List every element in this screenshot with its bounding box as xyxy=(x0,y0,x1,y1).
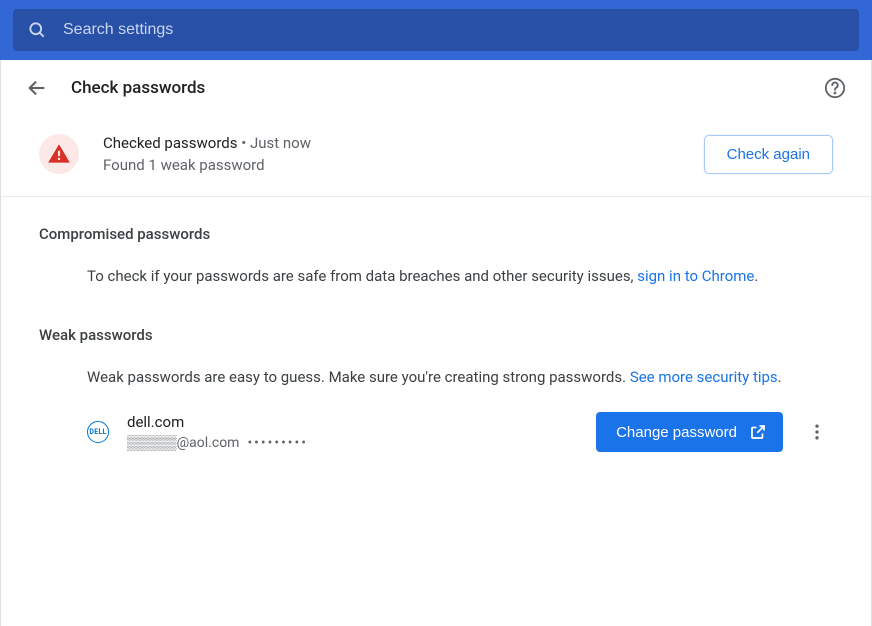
status-row: Checked passwords • Just now Found 1 wea… xyxy=(1,116,871,197)
compromised-section: Compromised passwords To check if your p… xyxy=(1,197,871,288)
warning-icon xyxy=(39,134,79,174)
open-external-icon xyxy=(749,423,767,441)
search-input[interactable] xyxy=(63,21,845,39)
compromised-title: Compromised passwords xyxy=(39,225,833,243)
page-header: Check passwords xyxy=(1,60,871,116)
top-bar xyxy=(0,0,872,60)
site-username: ▒▒▒▒▒@aol.com••••••••• xyxy=(127,434,596,451)
more-options-button[interactable] xyxy=(805,420,829,444)
compromised-text-before: To check if your passwords are safe from… xyxy=(87,267,637,285)
change-password-label: Change password xyxy=(616,424,737,441)
status-subtitle: Found 1 weak password xyxy=(103,156,704,174)
weak-password-item: DELL dell.com ▒▒▒▒▒@aol.com••••••••• Cha… xyxy=(39,398,833,452)
site-favicon: DELL xyxy=(87,421,109,443)
weak-body: Weak passwords are easy to guess. Make s… xyxy=(39,366,833,389)
check-again-button[interactable]: Check again xyxy=(704,135,833,174)
back-button[interactable] xyxy=(25,76,49,100)
search-container[interactable] xyxy=(13,9,859,51)
site-info: dell.com ▒▒▒▒▒@aol.com••••••••• xyxy=(127,413,596,451)
site-domain: dell.com xyxy=(127,413,596,431)
sign-in-link[interactable]: sign in to Chrome xyxy=(637,267,754,285)
compromised-text-after: . xyxy=(754,267,758,285)
compromised-body: To check if your passwords are safe from… xyxy=(39,265,833,288)
status-time: Just now xyxy=(250,134,311,152)
content-frame: Check passwords Checked passwords • Just… xyxy=(0,60,872,626)
status-title: Checked passwords xyxy=(103,134,237,152)
weak-text-after: . xyxy=(778,368,782,386)
weak-title: Weak passwords xyxy=(39,326,833,344)
change-password-button[interactable]: Change password xyxy=(596,412,783,452)
weak-text-before: Weak passwords are easy to guess. Make s… xyxy=(87,368,630,386)
security-tips-link[interactable]: See more security tips xyxy=(630,368,778,386)
search-icon xyxy=(27,20,47,40)
status-text: Checked passwords • Just now Found 1 wea… xyxy=(103,134,704,174)
weak-section: Weak passwords Weak passwords are easy t… xyxy=(1,288,871,453)
page-title: Check passwords xyxy=(71,78,823,98)
help-button[interactable] xyxy=(823,76,847,100)
